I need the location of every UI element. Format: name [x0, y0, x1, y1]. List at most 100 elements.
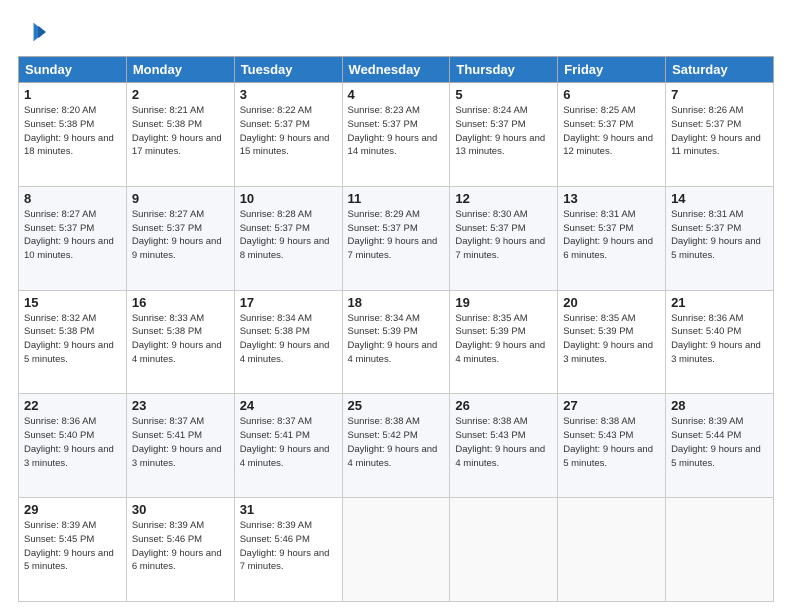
calendar-cell: 16 Sunrise: 8:33 AMSunset: 5:38 PMDayligh… [126, 290, 234, 394]
calendar-cell: 12 Sunrise: 8:30 AMSunset: 5:37 PMDayligh… [450, 186, 558, 290]
day-number: 30 [132, 502, 229, 517]
day-info: Sunrise: 8:32 AMSunset: 5:38 PMDaylight:… [24, 312, 121, 367]
calendar-cell: 20 Sunrise: 8:35 AMSunset: 5:39 PMDayligh… [558, 290, 666, 394]
day-info: Sunrise: 8:27 AMSunset: 5:37 PMDaylight:… [132, 208, 229, 263]
day-info: Sunrise: 8:27 AMSunset: 5:37 PMDaylight:… [24, 208, 121, 263]
day-number: 1 [24, 87, 121, 102]
day-number: 31 [240, 502, 337, 517]
day-number: 28 [671, 398, 768, 413]
weekday-header-wednesday: Wednesday [342, 57, 450, 83]
calendar-cell: 14 Sunrise: 8:31 AMSunset: 5:37 PMDayligh… [666, 186, 774, 290]
day-info: Sunrise: 8:31 AMSunset: 5:37 PMDaylight:… [563, 208, 660, 263]
logo-icon [18, 18, 46, 46]
weekday-header-thursday: Thursday [450, 57, 558, 83]
calendar-cell: 25 Sunrise: 8:38 AMSunset: 5:42 PMDayligh… [342, 394, 450, 498]
day-number: 9 [132, 191, 229, 206]
calendar-cell [450, 498, 558, 602]
day-number: 12 [455, 191, 552, 206]
calendar-cell: 31Sunrise: 8:39 AMSunset: 5:46 PMDayligh… [234, 498, 342, 602]
calendar-table: SundayMondayTuesdayWednesdayThursdayFrid… [18, 56, 774, 602]
calendar-week-2: 8 Sunrise: 8:27 AMSunset: 5:37 PMDaylight… [19, 186, 774, 290]
calendar-cell: 23Sunrise: 8:37 AMSunset: 5:41 PMDayligh… [126, 394, 234, 498]
weekday-header-monday: Monday [126, 57, 234, 83]
day-number: 16 [132, 295, 229, 310]
day-number: 10 [240, 191, 337, 206]
calendar-cell: 9 Sunrise: 8:27 AMSunset: 5:37 PMDaylight… [126, 186, 234, 290]
day-number: 2 [132, 87, 229, 102]
day-info: Sunrise: 8:28 AMSunset: 5:37 PMDaylight:… [240, 208, 337, 263]
day-number: 19 [455, 295, 552, 310]
day-info: Sunrise: 8:38 AMSunset: 5:43 PMDaylight:… [563, 415, 660, 470]
day-info: Sunrise: 8:34 AMSunset: 5:38 PMDaylight:… [240, 312, 337, 367]
day-info: Sunrise: 8:30 AMSunset: 5:37 PMDaylight:… [455, 208, 552, 263]
calendar-cell [558, 498, 666, 602]
calendar-cell: 19 Sunrise: 8:35 AMSunset: 5:39 PMDayligh… [450, 290, 558, 394]
weekday-header-friday: Friday [558, 57, 666, 83]
day-number: 13 [563, 191, 660, 206]
calendar-header-row: SundayMondayTuesdayWednesdayThursdayFrid… [19, 57, 774, 83]
day-number: 8 [24, 191, 121, 206]
weekday-header-sunday: Sunday [19, 57, 127, 83]
day-number: 14 [671, 191, 768, 206]
header [18, 18, 774, 46]
day-info: Sunrise: 8:39 AMSunset: 5:45 PMDaylight:… [24, 519, 121, 574]
calendar-week-4: 22Sunrise: 8:36 AMSunset: 5:40 PMDayligh… [19, 394, 774, 498]
calendar-cell [666, 498, 774, 602]
calendar-cell: 6Sunrise: 8:25 AMSunset: 5:37 PMDaylight… [558, 83, 666, 187]
day-number: 17 [240, 295, 337, 310]
calendar-cell: 8 Sunrise: 8:27 AMSunset: 5:37 PMDaylight… [19, 186, 127, 290]
calendar-cell: 5 Sunrise: 8:24 AMSunset: 5:37 PMDaylight… [450, 83, 558, 187]
day-info: Sunrise: 8:21 AMSunset: 5:38 PMDaylight:… [132, 104, 229, 159]
day-info: Sunrise: 8:33 AMSunset: 5:38 PMDaylight:… [132, 312, 229, 367]
day-info: Sunrise: 8:24 AMSunset: 5:37 PMDaylight:… [455, 104, 552, 159]
day-info: Sunrise: 8:35 AMSunset: 5:39 PMDaylight:… [563, 312, 660, 367]
calendar-cell: 10 Sunrise: 8:28 AMSunset: 5:37 PMDayligh… [234, 186, 342, 290]
day-number: 21 [671, 295, 768, 310]
calendar-cell [342, 498, 450, 602]
day-number: 23 [132, 398, 229, 413]
day-info: Sunrise: 8:37 AMSunset: 5:41 PMDaylight:… [240, 415, 337, 470]
calendar-cell: 18 Sunrise: 8:34 AMSunset: 5:39 PMDayligh… [342, 290, 450, 394]
day-number: 18 [348, 295, 445, 310]
day-number: 27 [563, 398, 660, 413]
calendar-cell: 26 Sunrise: 8:38 AMSunset: 5:43 PMDayligh… [450, 394, 558, 498]
day-info: Sunrise: 8:36 AMSunset: 5:40 PMDaylight:… [671, 312, 768, 367]
calendar-week-1: 1 Sunrise: 8:20 AMSunset: 5:38 PMDaylight… [19, 83, 774, 187]
calendar-cell: 22Sunrise: 8:36 AMSunset: 5:40 PMDayligh… [19, 394, 127, 498]
day-number: 5 [455, 87, 552, 102]
day-number: 15 [24, 295, 121, 310]
calendar-cell: 21 Sunrise: 8:36 AMSunset: 5:40 PMDayligh… [666, 290, 774, 394]
day-info: Sunrise: 8:35 AMSunset: 5:39 PMDaylight:… [455, 312, 552, 367]
day-number: 20 [563, 295, 660, 310]
weekday-header-tuesday: Tuesday [234, 57, 342, 83]
calendar-cell: 2 Sunrise: 8:21 AMSunset: 5:38 PMDaylight… [126, 83, 234, 187]
day-number: 29 [24, 502, 121, 517]
weekday-header-saturday: Saturday [666, 57, 774, 83]
calendar-cell: 24Sunrise: 8:37 AMSunset: 5:41 PMDayligh… [234, 394, 342, 498]
day-info: Sunrise: 8:39 AMSunset: 5:46 PMDaylight:… [132, 519, 229, 574]
calendar-week-5: 29 Sunrise: 8:39 AMSunset: 5:45 PMDayligh… [19, 498, 774, 602]
day-info: Sunrise: 8:25 AMSunset: 5:37 PMDaylight:… [563, 104, 660, 159]
day-number: 7 [671, 87, 768, 102]
day-info: Sunrise: 8:20 AMSunset: 5:38 PMDaylight:… [24, 104, 121, 159]
calendar-body: 1 Sunrise: 8:20 AMSunset: 5:38 PMDaylight… [19, 83, 774, 602]
day-number: 3 [240, 87, 337, 102]
calendar-cell: 29 Sunrise: 8:39 AMSunset: 5:45 PMDayligh… [19, 498, 127, 602]
calendar-week-3: 15 Sunrise: 8:32 AMSunset: 5:38 PMDayligh… [19, 290, 774, 394]
calendar-cell: 7Sunrise: 8:26 AMSunset: 5:37 PMDaylight… [666, 83, 774, 187]
calendar-cell: 3 Sunrise: 8:22 AMSunset: 5:37 PMDaylight… [234, 83, 342, 187]
day-info: Sunrise: 8:31 AMSunset: 5:37 PMDaylight:… [671, 208, 768, 263]
calendar-cell: 17 Sunrise: 8:34 AMSunset: 5:38 PMDayligh… [234, 290, 342, 394]
day-info: Sunrise: 8:38 AMSunset: 5:43 PMDaylight:… [455, 415, 552, 470]
day-number: 25 [348, 398, 445, 413]
day-number: 22 [24, 398, 121, 413]
day-info: Sunrise: 8:22 AMSunset: 5:37 PMDaylight:… [240, 104, 337, 159]
day-info: Sunrise: 8:34 AMSunset: 5:39 PMDaylight:… [348, 312, 445, 367]
day-info: Sunrise: 8:23 AMSunset: 5:37 PMDaylight:… [348, 104, 445, 159]
page: SundayMondayTuesdayWednesdayThursdayFrid… [0, 0, 792, 612]
day-number: 11 [348, 191, 445, 206]
day-number: 26 [455, 398, 552, 413]
day-number: 4 [348, 87, 445, 102]
day-info: Sunrise: 8:38 AMSunset: 5:42 PMDaylight:… [348, 415, 445, 470]
logo [18, 18, 50, 46]
